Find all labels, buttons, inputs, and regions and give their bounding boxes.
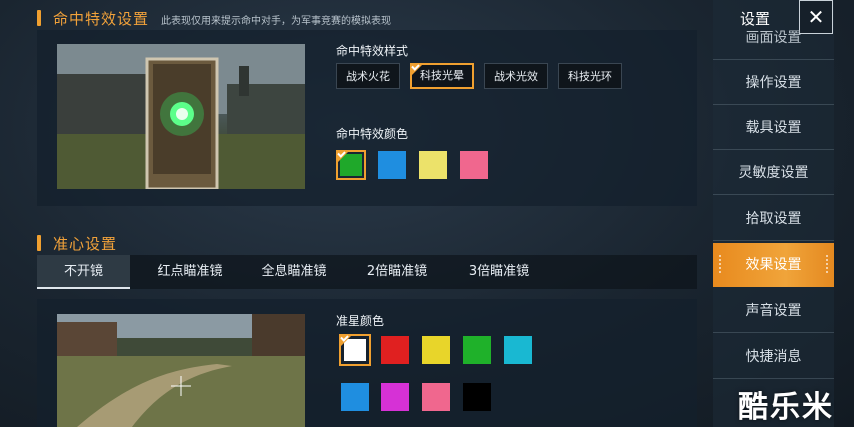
crosshair-color-swatch-white[interactable] (339, 334, 371, 366)
crosshair-color-label: 准星颜色 (336, 314, 385, 328)
crosshair-color-swatch-green[interactable] (463, 336, 491, 364)
check-icon (410, 63, 424, 77)
check-icon (339, 334, 353, 348)
crosshair-preview-scene (57, 314, 305, 427)
tab-holographic[interactable]: 全息瞄准镜 (244, 255, 344, 289)
tab-label: 红点瞄准镜 (157, 264, 223, 279)
sidebar-item-sound[interactable]: 声音设置 (713, 289, 834, 333)
crosshair-color-swatch-blue[interactable] (341, 383, 369, 411)
tab-3x-scope[interactable]: 3倍瞄准镜 (449, 255, 549, 289)
crosshair-preview-image (57, 314, 305, 427)
hit-style-option-label: 战术火花 (346, 70, 390, 83)
section-marker (37, 235, 41, 251)
watermark-logo: 酷乐米 (738, 390, 834, 425)
tab-label: 全息瞄准镜 (261, 264, 327, 279)
tab-label: 2倍瞄准镜 (366, 264, 428, 279)
sidebar-item-label: 载具设置 (745, 120, 802, 136)
sidebar-item-label: 画面设置 (745, 30, 802, 46)
hit-style-option-label: 战术光效 (494, 70, 538, 83)
sidebar-item-pickup[interactable]: 拾取设置 (713, 197, 834, 241)
tab-no-scope[interactable]: 不开镜 (37, 255, 130, 289)
grip-icon (719, 255, 721, 275)
sidebar-item-label: 灵敏度设置 (738, 165, 809, 181)
hit-effect-style-label: 命中特效样式 (336, 44, 409, 58)
tab-label: 3倍瞄准镜 (468, 264, 530, 279)
hit-effect-color-label: 命中特效颜色 (336, 127, 409, 141)
scope-tabbar: 不开镜 红点瞄准镜 全息瞄准镜 2倍瞄准镜 3倍瞄准镜 (37, 255, 697, 289)
hit-style-option[interactable]: 科技光环 (558, 63, 622, 89)
sidebar-item-label: 快捷消息 (745, 349, 802, 365)
grip-icon (826, 255, 828, 275)
hit-effect-header: 命中特效设置 此表现仅用来提示命中对手，为军事竞赛的模拟表现 (37, 8, 391, 29)
hit-style-option[interactable]: 战术光效 (484, 63, 548, 89)
crosshair-color-swatch-magenta[interactable] (381, 383, 409, 411)
sidebar-item-label: 声音设置 (745, 303, 802, 319)
section-marker (37, 10, 41, 26)
crosshair-color-swatch-black[interactable] (463, 383, 491, 411)
crosshair-header: 准心设置 (37, 233, 117, 254)
crosshair-color-swatch-cyan[interactable] (504, 336, 532, 364)
hit-style-option[interactable]: 战术火花 (336, 63, 400, 89)
sidebar-item-label: 效果设置 (745, 257, 802, 273)
check-icon (336, 150, 350, 164)
hit-style-option-label: 科技光晕 (420, 69, 464, 82)
crosshair-color-swatch-pink[interactable] (422, 383, 450, 411)
tab-red-dot[interactable]: 红点瞄准镜 (140, 255, 240, 289)
sidebar-item-graphics[interactable]: 画面设置 (713, 16, 834, 60)
hit-color-swatch-green[interactable] (336, 150, 366, 180)
tab-2x-scope[interactable]: 2倍瞄准镜 (347, 255, 447, 289)
sidebar-item-effects[interactable]: 效果设置 (713, 243, 834, 287)
hit-style-option-label: 科技光环 (568, 70, 612, 83)
hit-color-swatch-pink[interactable] (460, 151, 488, 179)
sidebar-item-label: 拾取设置 (745, 211, 802, 227)
hit-effect-preview-image (57, 44, 305, 189)
sidebar-item-vehicle[interactable]: 载具设置 (713, 106, 834, 150)
sidebar-item-sensitivity[interactable]: 灵敏度设置 (713, 151, 834, 195)
hit-effect-preview-scene (57, 44, 305, 189)
hit-color-swatch-yellow[interactable] (419, 151, 447, 179)
crosshair-title: 准心设置 (53, 235, 118, 253)
crosshair-color-swatch-yellow[interactable] (422, 336, 450, 364)
sidebar-item-quick-message[interactable]: 快捷消息 (713, 335, 834, 379)
hit-effect-title: 命中特效设置 (53, 10, 150, 28)
hit-style-option-selected[interactable]: 科技光晕 (410, 63, 474, 89)
crosshair-color-swatch-red[interactable] (381, 336, 409, 364)
hit-effect-note: 此表现仅用来提示命中对手，为军事竞赛的模拟表现 (161, 16, 392, 27)
hit-color-swatch-blue[interactable] (378, 151, 406, 179)
sidebar-item-label: 操作设置 (745, 75, 802, 91)
sidebar-item-controls[interactable]: 操作设置 (713, 61, 834, 105)
tab-label: 不开镜 (63, 264, 103, 279)
